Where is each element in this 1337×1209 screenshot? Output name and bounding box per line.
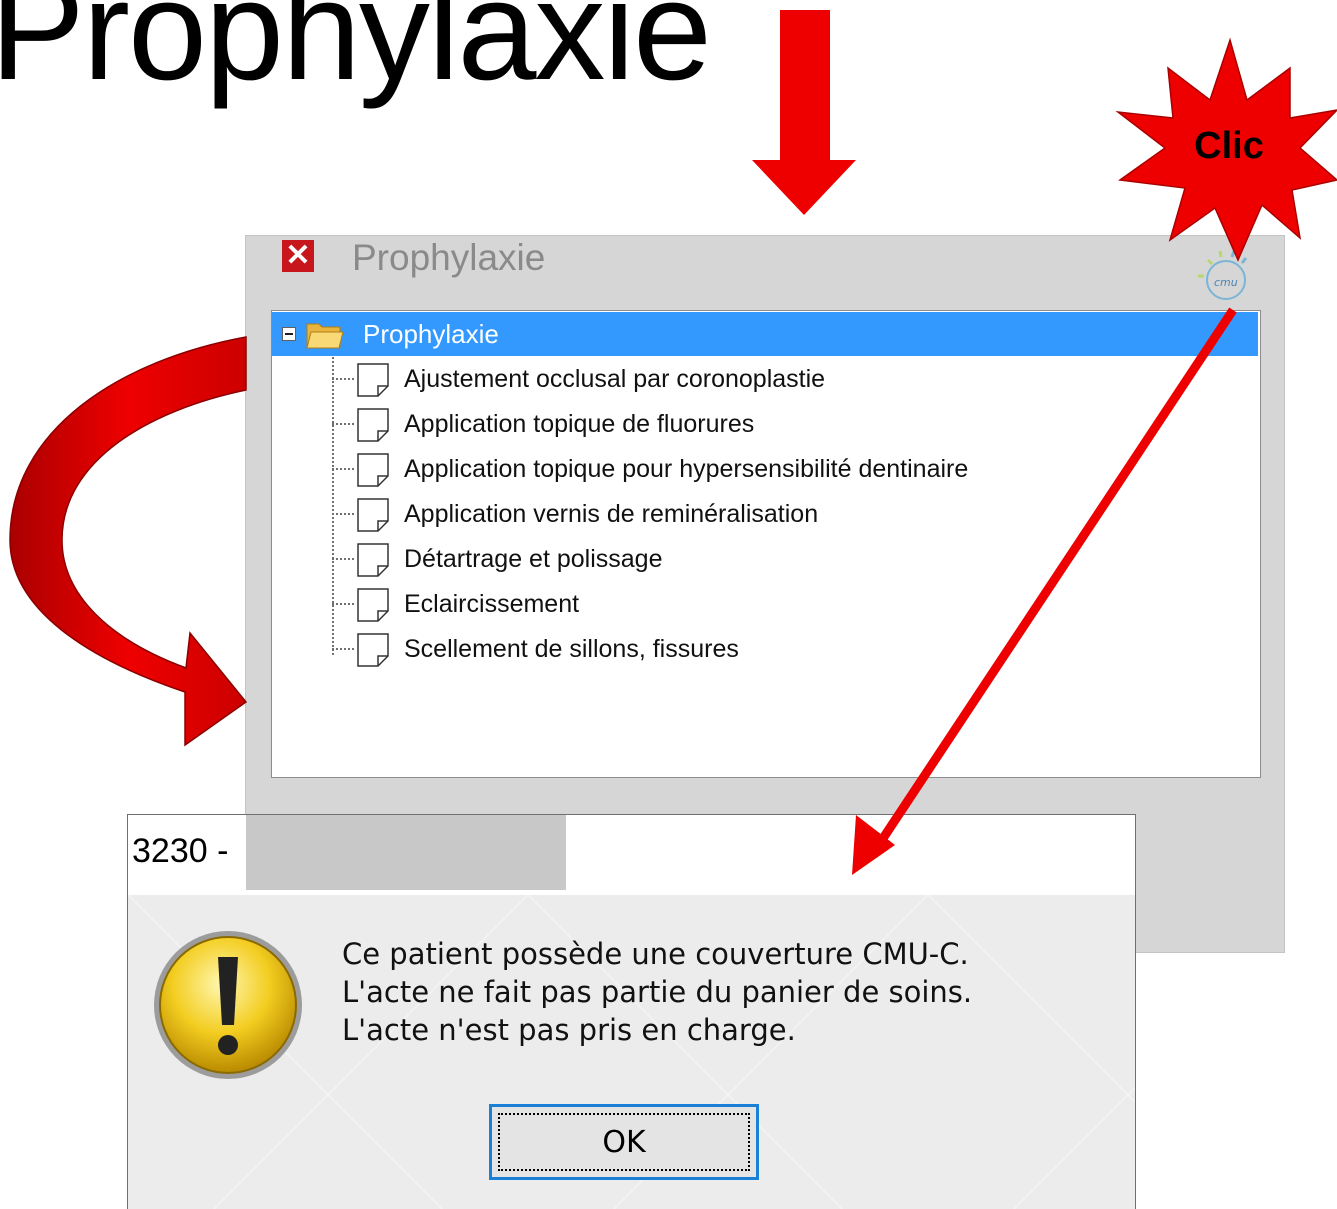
diagonal-arrow-icon [868, 307, 1237, 858]
down-arrow-icon [752, 10, 856, 215]
clic-label: Clic [1194, 125, 1264, 167]
annotation-overlay: Clic [9, 10, 1337, 875]
curved-arrow-icon [9, 336, 248, 747]
